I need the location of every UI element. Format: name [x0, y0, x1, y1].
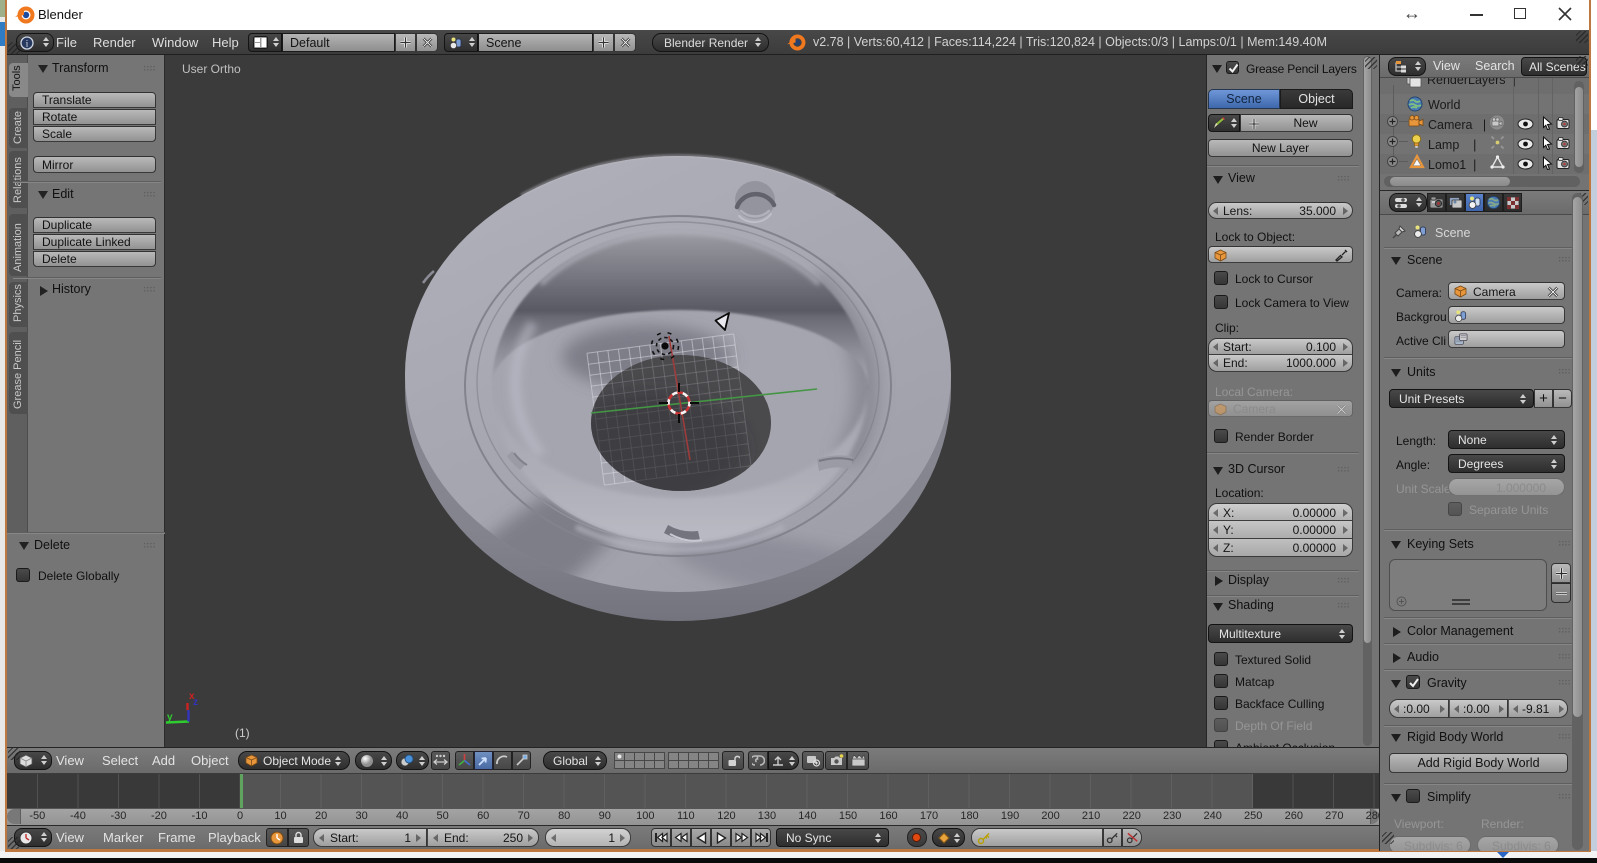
svg-text:y: y	[167, 712, 173, 723]
svg-text:z: z	[193, 697, 198, 708]
